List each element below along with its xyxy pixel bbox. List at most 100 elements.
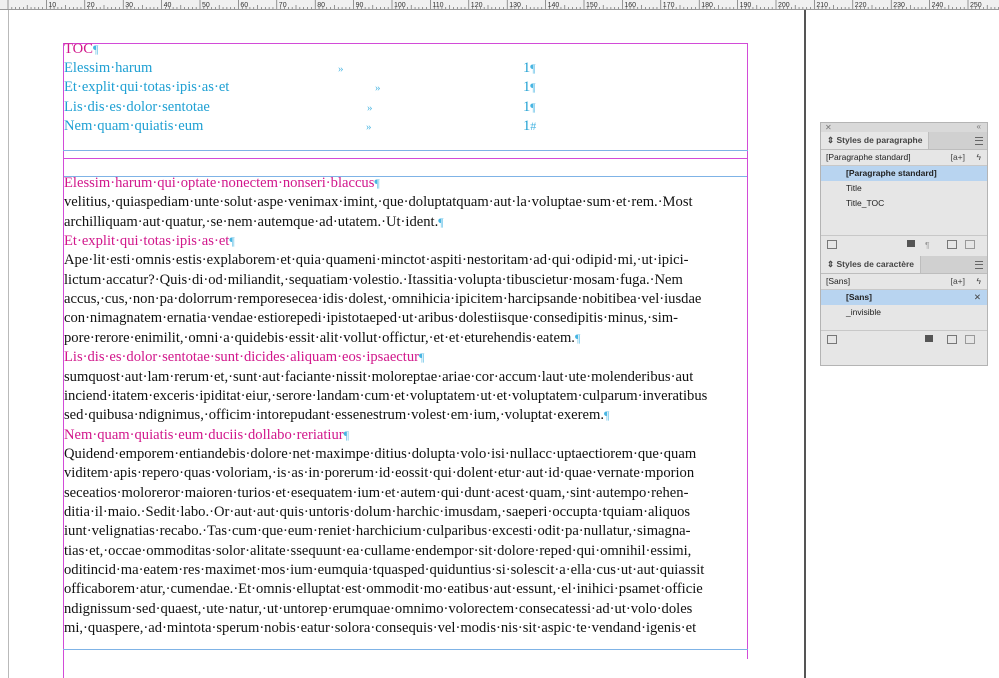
new-style-badge[interactable]: [a+] bbox=[951, 150, 965, 165]
ruler-label: 10 bbox=[48, 2, 56, 9]
trash-icon[interactable] bbox=[965, 240, 975, 249]
new-style-icon[interactable] bbox=[947, 240, 957, 249]
ruler-label: 190 bbox=[740, 2, 752, 9]
ruler-ticks: 10 20 30 40 50 60 70 80 90 100 110 120 130 140 150 160 1… bbox=[7, 0, 999, 9]
paragraph-style-item[interactable]: Title bbox=[821, 181, 987, 196]
ruler-label: 150 bbox=[586, 2, 598, 9]
toc-entry[interactable]: Et·explit·qui·totas·ipis·as·et bbox=[64, 78, 229, 97]
ruler-label: 170 bbox=[663, 2, 675, 9]
panel-menu-icon[interactable] bbox=[975, 261, 983, 269]
body-text-line: mi,·quaspere,·ad·mintota·sperum·nobis·ea… bbox=[64, 620, 697, 637]
ruler-label: 250 bbox=[970, 2, 982, 9]
toc-entry[interactable]: Nem·quam·quiatis·eum bbox=[64, 117, 203, 136]
paragraph-panel-footer: ¶ bbox=[821, 235, 987, 252]
body-text-line: oditincid·ma·eatem·res·maximet·mos·ium·e… bbox=[64, 562, 705, 578]
body-text-line: viditem·apis·repero·quas·voloriam,·is·as… bbox=[64, 465, 695, 482]
margin-guide-right bbox=[747, 159, 748, 659]
toc-entry[interactable]: Lis·dis·es·dolor·sentotae bbox=[64, 98, 210, 117]
ruler-label: 180 bbox=[701, 2, 713, 9]
body-text-line: lictum·accatur?·Quis·di·od·miliandit,·se… bbox=[64, 271, 683, 288]
ruler-label: 210 bbox=[816, 2, 828, 9]
body-text-line: Ape·lit·esti·omnis·estis·explaborem·et·q… bbox=[64, 252, 689, 269]
body-text-line: ditia·il·maio.·Sedit·labo.·Or·aut·aut·qu… bbox=[64, 503, 691, 520]
section-heading: Nem·quam·quiatis·eum·duciis·dollabo·reri… bbox=[64, 426, 350, 443]
ruler-label: 200 bbox=[778, 2, 790, 9]
ruler-label: 30 bbox=[125, 2, 133, 9]
body-text-line: sumquost·aut·lam·rerum·et,·sunt·aut·faci… bbox=[64, 368, 694, 385]
body-text-line: officaborem·atur,·cumendae.·Et·omnis·ell… bbox=[64, 581, 703, 598]
ruler-label: 100 bbox=[394, 2, 406, 9]
page-left-edge bbox=[8, 10, 9, 678]
character-styles-tab[interactable]: ⇕ Styles de caractère bbox=[821, 256, 987, 274]
load-styles-icon[interactable] bbox=[827, 240, 837, 249]
panel-menu-icon[interactable] bbox=[975, 137, 983, 145]
ruler-label: 220 bbox=[855, 2, 867, 9]
paragraph-styles-tab[interactable]: ⇕ Styles de paragraphe bbox=[821, 132, 987, 150]
folder-icon[interactable] bbox=[925, 335, 933, 342]
lightning-icon[interactable]: ϟ bbox=[977, 150, 982, 165]
body-text-line: accus,·cus,·non·pa·dolorrum·remporesecea… bbox=[64, 291, 702, 308]
character-style-item[interactable]: _invisible bbox=[821, 305, 987, 320]
body-frame-bottom-guide bbox=[63, 649, 748, 650]
close-icon[interactable]: ✕ bbox=[825, 123, 832, 132]
body-text-line: con·nimagnatem·ernatia·vendae·estioreped… bbox=[64, 310, 678, 327]
toc-page-number: 1¶ bbox=[523, 79, 536, 95]
body-text-line: tias·et,·occae·ommoditas·solor·alitate·s… bbox=[64, 542, 692, 559]
character-style-item[interactable]: [Sans] ✕ bbox=[821, 290, 987, 305]
ruler-label: 160 bbox=[624, 2, 636, 9]
ruler-label: 40 bbox=[164, 2, 172, 9]
new-style-badge[interactable]: [a+] bbox=[951, 274, 965, 289]
edit-style-icon[interactable]: ✕ bbox=[974, 290, 981, 305]
section-heading: Et·explit·qui·totas·ipis·as·et¶ bbox=[64, 233, 235, 250]
folder-icon[interactable] bbox=[907, 240, 915, 247]
ruler-label: 20 bbox=[87, 2, 95, 9]
horizontal-ruler[interactable]: 10 20 30 40 50 60 70 80 90 100 110 120 130 140 150 160 1… bbox=[0, 0, 999, 10]
section-heading: Lis·dis·es·dolor·sentotae·sunt·dicides·a… bbox=[64, 349, 425, 366]
trash-icon[interactable] bbox=[965, 335, 975, 344]
toc-entry-text: Elessim·harum bbox=[64, 60, 153, 76]
current-paragraph-style: [Paragraphe standard] [a+] ϟ bbox=[821, 150, 987, 165]
ruler-label: 140 bbox=[548, 2, 560, 9]
body-text-line: Quidend·emporem·entiandebis·dolore·net·m… bbox=[64, 445, 697, 462]
tab-title: Styles de paragraphe bbox=[836, 135, 923, 145]
styles-panel[interactable]: ✕ « ⇕ Styles de paragraphe [Paragraphe s… bbox=[820, 122, 988, 366]
clear-overrides-icon[interactable]: ¶ bbox=[925, 240, 939, 250]
ruler-label: 70 bbox=[279, 2, 287, 9]
tab-title: Styles de caractère bbox=[836, 259, 914, 269]
body-text-line: seceatios·moloreror·maioren·turios·et·es… bbox=[64, 484, 689, 501]
body-text-line: iunt·velignatias·recabo.·Tas·cum·que·eum… bbox=[64, 523, 691, 540]
toc-title-text: TOC bbox=[64, 41, 93, 57]
paragraph-style-item[interactable]: Title_TOC bbox=[821, 196, 987, 211]
pilcrow-mark: ¶ bbox=[92, 42, 99, 56]
tab-mark: » bbox=[367, 102, 373, 114]
paragraph-style-item[interactable]: [Paragraphe standard] bbox=[821, 166, 987, 181]
body-text-line: sed·quibusa·ndignimus,·officim·intorepud… bbox=[64, 407, 610, 424]
toc-title: TOC¶ bbox=[64, 40, 98, 59]
new-style-icon[interactable] bbox=[947, 335, 957, 344]
collapse-icon[interactable]: « bbox=[977, 122, 981, 131]
ruler-label: 130 bbox=[509, 2, 521, 9]
page-right-edge bbox=[804, 10, 806, 678]
tab-mark: » bbox=[338, 63, 344, 75]
toc-entry-text: Nem·quam·quiatis·eum bbox=[64, 118, 204, 134]
toc-page-number: 1¶ bbox=[523, 60, 536, 76]
toc-entry-text: Et·explit·qui·totas·ipis·as·et bbox=[64, 79, 230, 95]
body-text-line: archilliquam·aut·quatur,·se·nem·autemque… bbox=[64, 213, 444, 230]
load-styles-icon[interactable] bbox=[827, 335, 837, 344]
toc-frame-baseline-guide bbox=[63, 150, 748, 151]
ruler-label: 110 bbox=[432, 2, 443, 9]
ruler-label: 230 bbox=[893, 2, 905, 9]
tab-mark: » bbox=[375, 82, 381, 94]
body-text-line: velitius,·quiaspediam·unte·solut·aspe·ve… bbox=[64, 194, 693, 211]
toc-entry[interactable]: Elessim·harum bbox=[64, 59, 152, 78]
ruler-label: 80 bbox=[317, 2, 325, 9]
lightning-icon[interactable]: ϟ bbox=[977, 274, 982, 289]
ruler-label: 120 bbox=[471, 2, 483, 9]
toc-entry-text: Lis·dis·es·dolor·sentotae bbox=[64, 99, 210, 115]
ruler-label: 50 bbox=[202, 2, 210, 9]
toc-page-number: 1¶ bbox=[523, 99, 536, 115]
section-heading: Elessim·harum·qui·optate·nonectem·nonser… bbox=[64, 175, 380, 191]
panel-topbar[interactable]: ✕ « bbox=[821, 122, 987, 132]
ruler-label: 60 bbox=[240, 2, 248, 9]
body-text-line: inciend·itatem·exceris·ipiditat·eiur,·se… bbox=[64, 387, 708, 404]
